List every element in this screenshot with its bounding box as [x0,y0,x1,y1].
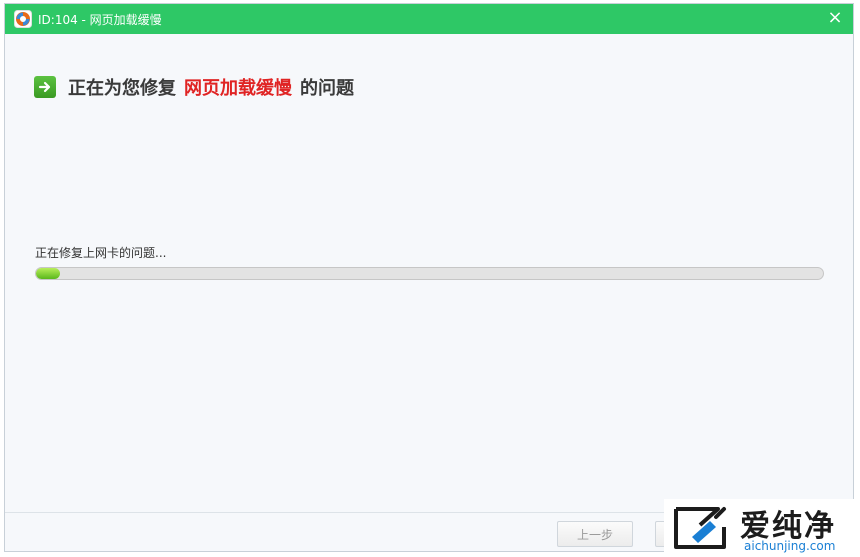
watermark-brand-en: aichunjing.com [744,539,836,553]
page-heading: 正在为您修复 网页加载缓慢 的问题 [34,74,354,100]
title-bar[interactable]: ID:104 - 网页加载缓慢 × [5,4,853,34]
window-title: ID:104 - 网页加载缓慢 [38,12,162,27]
repair-progress-bar [35,267,824,280]
heading-suffix: 的问题 [300,78,354,99]
heading-prefix: 正在为您修复 [68,78,176,99]
lifebuoy-icon [14,10,32,28]
previous-step-button[interactable]: 上一步 [557,521,633,547]
heading-issue-name: 网页加载缓慢 [184,78,292,99]
close-button[interactable]: × [825,8,845,28]
aichunjing-logo-icon [674,507,726,549]
repair-status-text: 正在修复上网卡的问题... [35,246,167,260]
arrow-right-icon [34,76,56,98]
progress-bar-fill [36,268,60,279]
repair-dialog: ID:104 - 网页加载缓慢 × 正在为您修复 网页加载缓慢 的问题 正在修复… [4,3,854,552]
watermark: 爱纯净 aichunjing.com [664,499,860,557]
